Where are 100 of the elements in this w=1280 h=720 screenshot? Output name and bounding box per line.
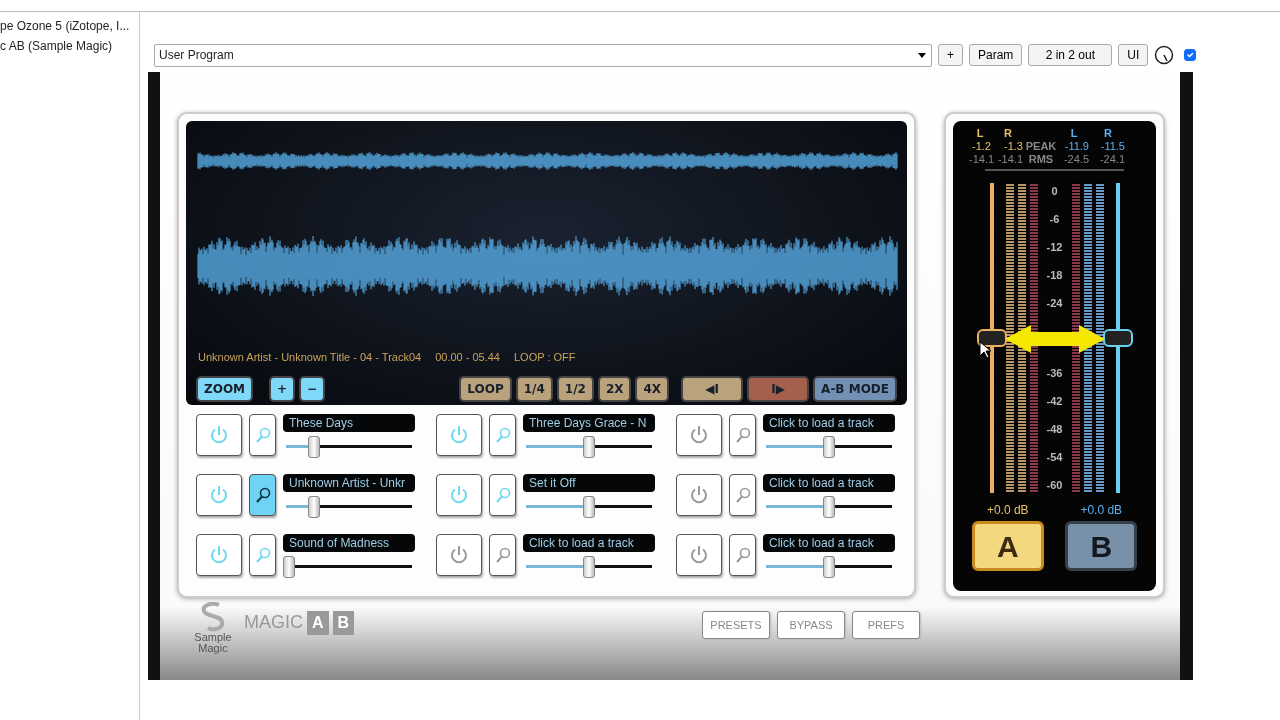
peak-label: PEAK: [1025, 140, 1057, 153]
track-title[interactable]: Click to load a track: [523, 534, 655, 552]
peak-value: -1.3: [1003, 140, 1023, 153]
volume-slider[interactable]: [286, 436, 412, 458]
power-icon: [448, 485, 470, 505]
slider-thumb[interactable]: [823, 556, 835, 578]
power-icon: [688, 485, 710, 505]
volume-slider[interactable]: [526, 556, 652, 578]
zoom-button[interactable]: [729, 534, 756, 576]
power-button[interactable]: [676, 414, 722, 456]
peak-value: -1.2: [971, 140, 991, 153]
fader-thumb[interactable]: [976, 329, 1007, 347]
toolbar-button[interactable]: 2 in 2 out: [1028, 44, 1113, 66]
track-title[interactable]: Unknown Artist - Unkr: [283, 474, 415, 492]
power-icon: [688, 545, 710, 565]
transport-button[interactable]: 4X: [635, 375, 670, 402]
transport-button[interactable]: ◀I: [681, 375, 744, 402]
brand-name: MAGIC: [244, 611, 303, 634]
search-icon: [734, 427, 751, 443]
power-button[interactable]: [196, 474, 242, 516]
fader-thumb[interactable]: [1102, 329, 1133, 347]
peak-value: -11.9: [1063, 140, 1089, 153]
sidebar-item[interactable]: c AB (Sample Magic): [0, 36, 139, 56]
volume-slider[interactable]: [766, 436, 892, 458]
search-icon: [254, 487, 271, 503]
add-button[interactable]: +: [938, 44, 963, 66]
channel-label: R: [1003, 127, 1013, 140]
zoom-button[interactable]: [729, 414, 756, 456]
track-title[interactable]: These Days: [283, 414, 415, 432]
zoom-button[interactable]: [729, 474, 756, 516]
toolbar-button[interactable]: Param: [969, 44, 1023, 66]
track-info: Unknown Artist - Unknown Title - 04 - Track04: [198, 350, 422, 365]
power-button[interactable]: [196, 414, 242, 456]
search-icon: [734, 487, 751, 503]
power-icon: [688, 425, 710, 445]
transport-button[interactable]: A-B MODE: [813, 375, 897, 402]
slider-thumb[interactable]: [823, 436, 835, 458]
zoom-button[interactable]: +: [269, 375, 296, 402]
power-button[interactable]: [436, 534, 482, 576]
transport-button[interactable]: 1/4: [515, 375, 553, 402]
footer-button[interactable]: PREFS: [852, 611, 920, 639]
volume-slider[interactable]: [526, 436, 652, 458]
slider-thumb[interactable]: [307, 436, 320, 458]
toolbar-button[interactable]: UI: [1118, 44, 1149, 66]
zoom-button[interactable]: ZOOM: [196, 375, 254, 402]
volume-slider[interactable]: [526, 496, 652, 518]
zoom-button[interactable]: −: [299, 375, 326, 402]
zoom-button[interactable]: [489, 474, 516, 516]
slider-thumb[interactable]: [282, 556, 295, 578]
zoom-button[interactable]: [489, 534, 516, 576]
gain-label: +0.0 dB: [1080, 502, 1123, 519]
power-button[interactable]: [676, 534, 722, 576]
zoom-button[interactable]: [489, 414, 516, 456]
track-title[interactable]: Three Days Grace - N: [523, 414, 655, 432]
track-title[interactable]: Set it Off: [523, 474, 655, 492]
volume-slider[interactable]: [286, 556, 412, 578]
slider-thumb[interactable]: [583, 496, 595, 518]
power-button[interactable]: [676, 474, 722, 516]
scale-label: -60: [1046, 477, 1063, 493]
footer-button[interactable]: PRESETS: [702, 611, 770, 639]
power-button[interactable]: [436, 474, 482, 516]
logo-text: Sample Magic: [193, 632, 233, 654]
footer-button[interactable]: BYPASS: [777, 611, 845, 639]
scale-label: -48: [1046, 421, 1063, 437]
rms-label: RMS: [1027, 153, 1055, 166]
search-icon: [494, 547, 511, 563]
ab-button[interactable]: A: [971, 521, 1044, 571]
track-title[interactable]: Sound of Madness: [283, 534, 415, 552]
sidebar-item[interactable]: pe Ozone 5 (iZotope, I...: [0, 16, 139, 36]
enable-checkbox[interactable]: [1184, 49, 1197, 61]
zoom-button[interactable]: [249, 474, 276, 516]
program-dropdown[interactable]: User Program: [154, 43, 932, 67]
scale-label: -18: [1046, 267, 1063, 283]
zoom-button[interactable]: [249, 414, 276, 456]
volume-slider[interactable]: [286, 496, 412, 518]
slider-thumb[interactable]: [307, 496, 320, 518]
channel-label: R: [1103, 127, 1113, 140]
search-icon: [254, 547, 271, 563]
search-icon: [734, 547, 751, 563]
volume-slider[interactable]: [766, 496, 892, 518]
transport-button[interactable]: 2X: [597, 375, 632, 402]
power-button[interactable]: [436, 414, 482, 456]
zoom-button[interactable]: [249, 534, 276, 576]
slider-thumb[interactable]: [823, 496, 835, 518]
slider-thumb[interactable]: [583, 436, 595, 458]
power-icon: [208, 545, 230, 565]
track-title[interactable]: Click to load a track: [763, 414, 895, 432]
power-icon: [208, 485, 230, 505]
track-title[interactable]: Click to load a track: [763, 474, 895, 492]
knob-icon[interactable]: [1154, 45, 1175, 65]
transport-button[interactable]: LOOP: [459, 375, 512, 402]
transport-button[interactable]: 1/2: [556, 375, 594, 402]
volume-slider[interactable]: [766, 556, 892, 578]
search-icon: [494, 427, 511, 443]
slider-thumb[interactable]: [583, 556, 595, 578]
ab-button[interactable]: B: [1065, 521, 1138, 571]
search-icon: [254, 427, 271, 443]
scale-label: -6: [1049, 211, 1060, 227]
track-title[interactable]: Click to load a track: [763, 534, 895, 552]
power-button[interactable]: [196, 534, 242, 576]
